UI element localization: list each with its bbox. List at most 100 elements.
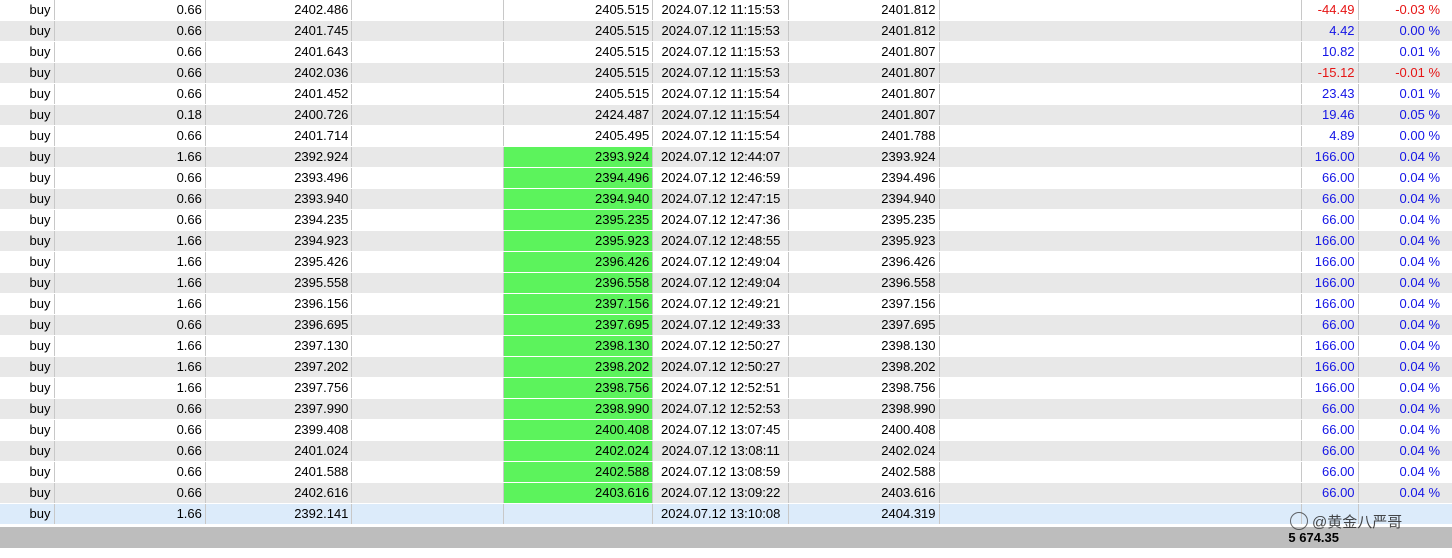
profit-cell: 23.43 xyxy=(1302,84,1359,104)
order-type: buy xyxy=(0,378,56,398)
spacer-cell xyxy=(940,378,1303,398)
open-time-cell: 2024.07.12 11:15:54 xyxy=(653,126,790,146)
spacer-cell xyxy=(940,84,1303,104)
table-row[interactable]: buy 0.66 2393.496 2394.496 2024.07.12 12:46:… xyxy=(0,168,1452,189)
take-profit-cell: 2400.408 xyxy=(503,420,654,440)
table-row[interactable]: buy 1.66 2394.923 2395.923 2024.07.12 12:48:… xyxy=(0,231,1452,252)
table-row[interactable]: buy 1.66 2397.202 2398.202 2024.07.12 12:50:… xyxy=(0,357,1452,378)
spacer-cell xyxy=(940,273,1303,293)
table-row[interactable]: buy 1.66 2392.141 2024.07.12 13:10:08 2404.3… xyxy=(0,504,1452,525)
current-price-cell: 2398.756 xyxy=(789,378,940,398)
profit-percent-cell: 0.04 % xyxy=(1399,359,1441,374)
current-price-cell: 2402.588 xyxy=(789,462,940,482)
table-row[interactable]: buy 0.66 2401.588 2402.588 2024.07.12 13:08:… xyxy=(0,462,1452,483)
spacer-cell xyxy=(940,147,1303,167)
volume-cell: 0.66 xyxy=(55,126,206,146)
spacer-cell xyxy=(940,168,1303,188)
order-type: buy xyxy=(0,63,56,83)
stop-loss-cell xyxy=(352,273,504,293)
volume-cell: 0.66 xyxy=(55,168,206,188)
table-row[interactable]: buy 0.66 2401.024 2402.024 2024.07.12 13:08:… xyxy=(0,441,1452,462)
spacer-cell xyxy=(940,21,1303,41)
table-row[interactable]: buy 0.66 2402.616 2403.616 2024.07.12 13:09:… xyxy=(0,483,1452,504)
stop-loss-cell xyxy=(352,420,504,440)
table-row[interactable]: buy 0.66 2393.940 2394.940 2024.07.12 12:47:… xyxy=(0,189,1452,210)
open-price-cell: 2394.923 xyxy=(206,231,353,251)
volume-cell: 0.18 xyxy=(55,105,206,125)
stop-loss-cell xyxy=(352,63,504,83)
open-time-cell: 2024.07.12 11:15:53 xyxy=(653,42,790,62)
table-row[interactable]: buy 1.66 2392.924 2393.924 2024.07.12 12:44:… xyxy=(0,147,1452,168)
profit-percent-cell xyxy=(1359,504,1452,524)
open-price-cell: 2401.745 xyxy=(206,21,353,41)
profit-percent-cell: 0.04 % xyxy=(1399,170,1441,185)
table-row[interactable]: buy 1.66 2397.756 2398.756 2024.07.12 12:52:… xyxy=(0,378,1452,399)
take-profit-cell: 2397.156 xyxy=(503,294,654,314)
profit-cell: 4.89 xyxy=(1302,126,1359,146)
table-row[interactable]: buy 1.66 2395.558 2396.558 2024.07.12 12:49:… xyxy=(0,273,1452,294)
total-profit: 5 674.35 xyxy=(1288,530,1339,545)
profit-cell: 10.82 xyxy=(1302,42,1359,62)
current-price-cell: 2400.408 xyxy=(789,420,940,440)
open-price-cell: 2401.588 xyxy=(206,462,353,482)
spacer-cell xyxy=(940,0,1303,20)
take-profit-cell: 2395.235 xyxy=(503,210,654,230)
take-profit-cell: 2402.588 xyxy=(503,462,654,482)
totals-bar: 5 674.35 xyxy=(0,527,1452,548)
stop-loss-cell xyxy=(352,42,504,62)
table-row[interactable]: buy 1.66 2397.130 2398.130 2024.07.12 12:50:… xyxy=(0,336,1452,357)
profit-percent-cell: 0.04 % xyxy=(1399,296,1441,311)
table-row[interactable]: buy 0.66 2401.714 2405.495 2024.07.12 11:15:… xyxy=(0,126,1452,147)
open-time-cell: 2024.07.12 12:49:04 xyxy=(653,273,790,293)
trades-table: buy 0.66 2402.486 2405.515 2024.07.12 11:15:… xyxy=(0,0,1452,525)
table-row[interactable]: buy 0.66 2394.235 2395.235 2024.07.12 12:47:… xyxy=(0,210,1452,231)
volume-cell: 0.66 xyxy=(55,441,206,461)
profit-percent-cell: 0.04 % xyxy=(1399,317,1441,332)
spacer-cell xyxy=(940,399,1303,419)
stop-loss-cell xyxy=(352,147,504,167)
table-row[interactable]: buy 0.66 2402.036 2405.515 2024.07.12 11:15:… xyxy=(0,63,1452,84)
take-profit-cell: 2394.496 xyxy=(503,168,654,188)
current-price-cell: 2401.807 xyxy=(789,42,940,62)
table-row[interactable]: buy 0.66 2397.990 2398.990 2024.07.12 12:52:… xyxy=(0,399,1452,420)
spacer-cell xyxy=(940,294,1303,314)
table-row[interactable]: buy 0.66 2401.452 2405.515 2024.07.12 11:15:… xyxy=(0,84,1452,105)
spacer-cell xyxy=(940,336,1303,356)
open-time-cell: 2024.07.12 11:15:53 xyxy=(653,63,790,83)
spacer-cell xyxy=(940,252,1303,272)
stop-loss-cell xyxy=(352,21,504,41)
profit-cell: -44.49 xyxy=(1302,0,1359,20)
table-row[interactable]: buy 1.66 2395.426 2396.426 2024.07.12 12:49:… xyxy=(0,252,1452,273)
table-row[interactable]: buy 0.66 2399.408 2400.408 2024.07.12 13:07:… xyxy=(0,420,1452,441)
profit-percent-cell: 0.00 % xyxy=(1399,128,1441,143)
spacer-cell xyxy=(940,504,1303,524)
volume-cell: 1.66 xyxy=(55,336,206,356)
order-type: buy xyxy=(0,357,56,377)
spacer-cell xyxy=(940,357,1303,377)
current-price-cell: 2398.990 xyxy=(789,399,940,419)
open-price-cell: 2393.940 xyxy=(206,189,353,209)
table-row[interactable]: buy 0.66 2401.643 2405.515 2024.07.12 11:15:… xyxy=(0,42,1452,63)
current-price-cell: 2395.923 xyxy=(789,231,940,251)
volume-cell: 1.66 xyxy=(55,273,206,293)
take-profit-cell: 2395.923 xyxy=(503,231,654,251)
order-type: buy xyxy=(0,189,56,209)
order-type: buy xyxy=(0,231,56,251)
current-price-cell: 2397.695 xyxy=(789,315,940,335)
table-row[interactable]: buy 0.66 2396.695 2397.695 2024.07.12 12:49:… xyxy=(0,315,1452,336)
order-type: buy xyxy=(0,147,56,167)
volume-cell: 1.66 xyxy=(55,504,206,524)
table-row[interactable]: buy 1.66 2396.156 2397.156 2024.07.12 12:49:… xyxy=(0,294,1452,315)
order-type: buy xyxy=(0,252,56,272)
table-row[interactable]: buy 0.18 2400.726 2424.487 2024.07.12 11:15:… xyxy=(0,105,1452,126)
spacer-cell xyxy=(940,63,1303,83)
table-row[interactable]: buy 0.66 2402.486 2405.515 2024.07.12 11:15:… xyxy=(0,0,1452,21)
table-row[interactable]: buy 0.66 2401.745 2405.515 2024.07.12 11:15:… xyxy=(0,21,1452,42)
open-time-cell: 2024.07.12 12:49:04 xyxy=(653,252,790,272)
profit-percent-cell: 0.04 % xyxy=(1399,464,1441,479)
profit-cell: 66.00 xyxy=(1302,441,1359,461)
volume-cell: 0.66 xyxy=(55,315,206,335)
profit-cell: -15.12 xyxy=(1302,63,1359,83)
current-price-cell: 2397.156 xyxy=(789,294,940,314)
open-price-cell: 2396.695 xyxy=(206,315,353,335)
